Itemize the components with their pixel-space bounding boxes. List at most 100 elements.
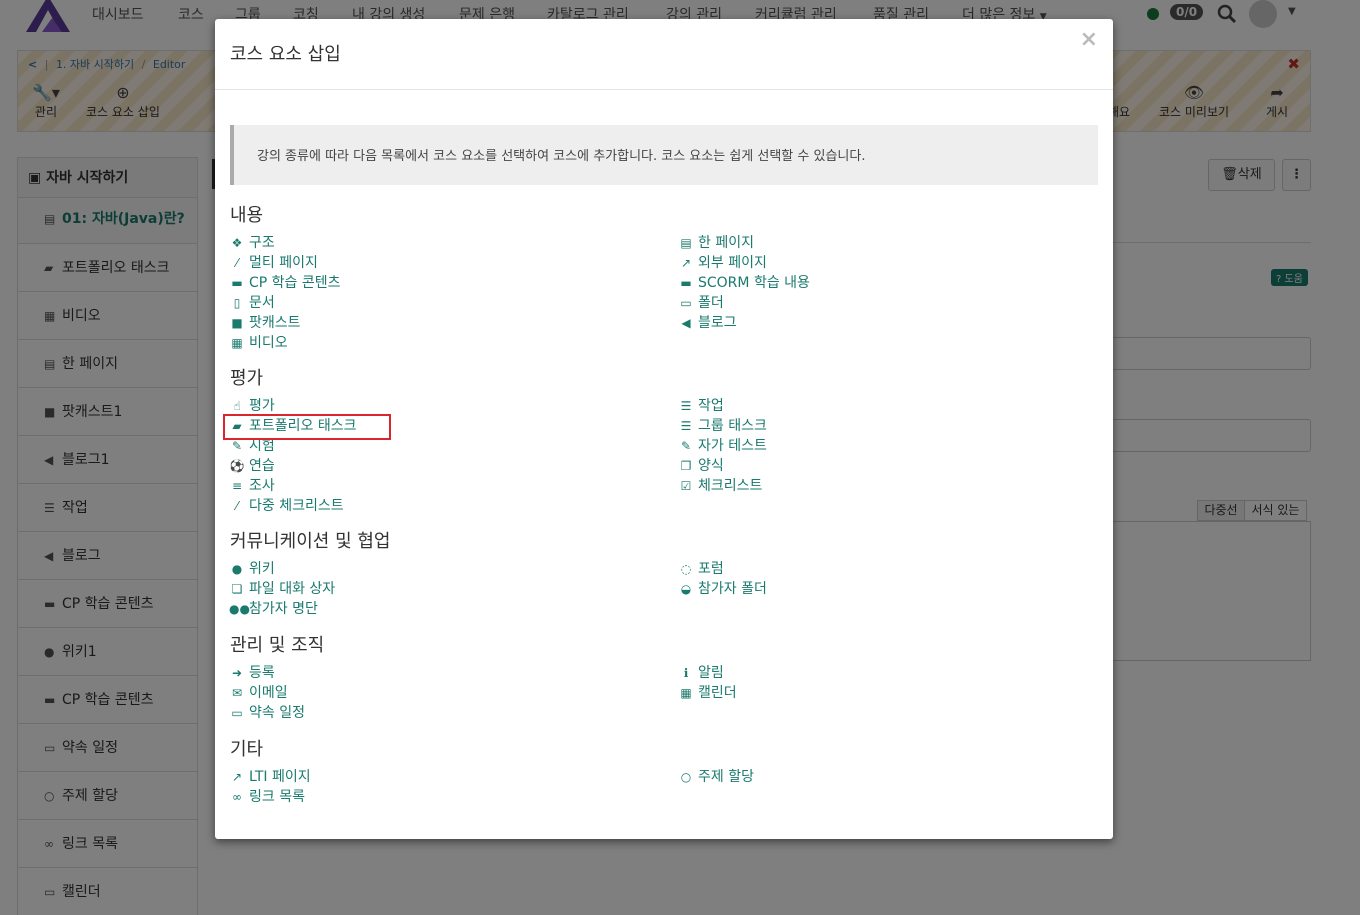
element-link[interactable]: ○ 주제 할당 <box>678 767 754 787</box>
element-link[interactable]: ✎ 자가 테스트 <box>678 436 767 456</box>
element-link[interactable]: ▬ CP 학습 콘텐츠 <box>229 273 341 293</box>
inbox-icon: ◒ <box>680 582 692 596</box>
element-link-label: 자가 테스트 <box>698 438 767 454</box>
section-title: 관리 및 조직 <box>230 635 325 656</box>
globe-icon: ● <box>231 562 243 576</box>
element-link[interactable]: ●●참가자 명단 <box>229 599 318 619</box>
circle-icon: ○ <box>680 770 692 784</box>
wand-icon: ⁄ <box>235 499 238 513</box>
video-icon: ■ <box>231 316 243 330</box>
element-link[interactable]: ◀ 블로그 <box>678 313 737 333</box>
element-link[interactable]: ● 위키 <box>229 559 275 579</box>
element-link[interactable]: ☰ 그룹 태스크 <box>678 416 767 436</box>
element-link-label: 체크리스트 <box>698 478 763 494</box>
info-text: 강의 종류에 따라 다음 목록에서 코스 요소를 선택하여 코스에 추가합니다.… <box>257 149 866 164</box>
info-message: 강의 종류에 따라 다음 목록에서 코스 요소를 선택하여 코스에 추가합니다.… <box>230 125 1098 185</box>
soccer-icon: ⚽ <box>229 459 245 473</box>
link-icon: ∞ <box>232 790 242 804</box>
element-link-label: 등록 <box>249 665 275 681</box>
element-link[interactable]: ■ 팟캐스트 <box>229 313 301 333</box>
calendar-icon: ▭ <box>231 706 243 720</box>
element-link-label: 조사 <box>249 478 275 494</box>
element-link-label: 비디오 <box>249 335 288 351</box>
element-link[interactable]: ❏ 파일 대화 상자 <box>229 579 336 599</box>
section-title: 평가 <box>230 368 264 389</box>
element-link-label: 참가자 명단 <box>249 601 318 617</box>
envelope-icon: ✉ <box>231 686 243 700</box>
element-link-label: 작업 <box>698 398 724 414</box>
element-link-label: 블로그 <box>698 315 737 331</box>
element-link-label: 링크 목록 <box>249 789 305 805</box>
element-link-label: 외부 페이지 <box>698 255 767 271</box>
element-link[interactable]: ☝ 평가 <box>229 396 275 416</box>
element-link[interactable]: ☰ 작업 <box>678 396 724 416</box>
element-link[interactable]: ∞ 링크 목록 <box>229 787 305 807</box>
element-link[interactable]: ◌ 포럼 <box>678 559 724 579</box>
element-link[interactable]: ▭ 폴더 <box>678 293 724 313</box>
section-title: 기타 <box>230 739 264 760</box>
archive-icon: ▬ <box>680 276 692 290</box>
sign-in-icon: ➜ <box>231 666 243 680</box>
element-link[interactable]: ☑ 체크리스트 <box>678 476 763 496</box>
element-link-label: SCORM 학습 내용 <box>698 275 810 291</box>
files-icon: ❏ <box>231 582 243 596</box>
film-icon: ▦ <box>231 336 243 350</box>
tasks-icon: ☰ <box>680 399 692 413</box>
dialog-header: 코스 요소 삽입 × <box>215 19 1113 90</box>
element-link-label: 이메일 <box>249 685 288 701</box>
element-link-label: LTI 페이지 <box>249 769 311 785</box>
element-link[interactable]: ▭ 약속 일정 <box>229 703 305 723</box>
element-link[interactable]: ❐ 양식 <box>678 456 724 476</box>
element-link-label: 폴더 <box>698 295 724 311</box>
wand-icon: ⁄ <box>235 256 238 270</box>
element-link[interactable]: ◒ 참가자 폴더 <box>678 579 767 599</box>
element-link[interactable]: ▦ 캘린더 <box>678 683 737 703</box>
element-link[interactable]: ⚽ 연습 <box>229 456 275 476</box>
close-icon[interactable]: × <box>1080 27 1098 52</box>
element-link-label: 위키 <box>249 561 275 577</box>
element-link-label: 팟캐스트 <box>249 315 301 331</box>
element-link[interactable]: ✉ 이메일 <box>229 683 288 703</box>
element-link-label: 주제 할당 <box>698 769 754 785</box>
element-link-label: CP 학습 콘텐츠 <box>249 275 341 291</box>
element-link-label: 캘린더 <box>698 685 737 701</box>
element-link-label: 연습 <box>249 458 275 474</box>
element-link[interactable]: ↗ 외부 페이지 <box>678 253 767 273</box>
element-link-label: 파일 대화 상자 <box>249 581 336 597</box>
selection-highlight <box>223 414 391 440</box>
element-link[interactable]: ➜ 등록 <box>229 663 275 683</box>
page-icon: ▤ <box>680 236 692 250</box>
element-link-label: 그룹 태스크 <box>698 418 767 434</box>
section-title: 커뮤니케이션 및 협업 <box>230 531 391 552</box>
element-link-label: 구조 <box>249 235 275 251</box>
copy-icon: ❐ <box>680 459 692 473</box>
element-link[interactable]: ⁄ 멀티 페이지 <box>229 253 318 273</box>
external-link-icon: ↗ <box>231 770 243 784</box>
element-link-label: 참가자 폴더 <box>698 581 767 597</box>
element-link[interactable]: ↗ LTI 페이지 <box>229 767 311 787</box>
element-link-label: 멀티 페이지 <box>249 255 318 271</box>
file-icon: ▯ <box>233 296 241 310</box>
edit-icon: ✎ <box>680 439 692 453</box>
element-link[interactable]: ▦ 비디오 <box>229 333 288 353</box>
element-link-label: 시험 <box>249 438 275 454</box>
element-link[interactable]: ▯ 문서 <box>229 293 275 313</box>
element-link-label: 양식 <box>698 458 724 474</box>
element-link-label: 평가 <box>249 398 275 414</box>
info-icon: ℹ <box>683 666 689 680</box>
archive-icon: ▬ <box>231 276 243 290</box>
element-link[interactable]: ❖ 구조 <box>229 233 275 253</box>
insert-element-dialog: 코스 요소 삽입 × 강의 종류에 따라 다음 목록에서 코스 요소를 선택하여… <box>215 19 1113 839</box>
element-link[interactable]: ≡ 조사 <box>229 476 275 496</box>
element-link[interactable]: ℹ 알림 <box>678 663 724 683</box>
structure-icon: ❖ <box>231 236 243 250</box>
checkbox-icon: ☑ <box>680 479 692 493</box>
element-link-label: 다중 체크리스트 <box>249 498 344 514</box>
section-title: 내용 <box>230 205 264 226</box>
element-link[interactable]: ▤ 한 페이지 <box>678 233 754 253</box>
element-link[interactable]: ▬ SCORM 학습 내용 <box>678 273 810 293</box>
thumbs-up-icon: ☝ <box>233 399 241 413</box>
folder-icon: ▭ <box>680 296 692 310</box>
element-link[interactable]: ⁄ 다중 체크리스트 <box>229 496 344 516</box>
megaphone-icon: ◀ <box>681 316 691 330</box>
